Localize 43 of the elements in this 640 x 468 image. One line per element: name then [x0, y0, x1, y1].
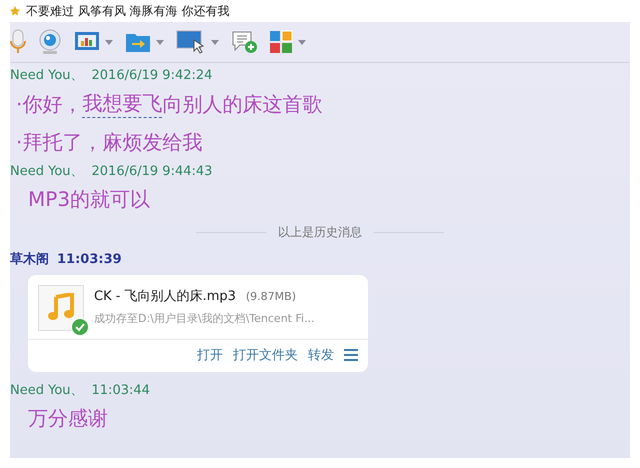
dropdown-button[interactable] — [105, 40, 113, 44]
toolbar-button[interactable] — [176, 30, 206, 54]
keyword-link[interactable]: 我想要飞 — [82, 90, 162, 118]
sender-name: 草木阁 — [10, 251, 49, 268]
file-action-link[interactable]: 转发 — [308, 346, 334, 364]
message-time: 2016/6/19 9:42:24 — [92, 68, 212, 82]
caret-icon — [211, 40, 219, 44]
dropdown-button[interactable] — [298, 40, 306, 44]
message-time: 11:03:39 — [57, 252, 122, 266]
message-time: 11:03:44 — [92, 382, 150, 398]
webcam-icon — [38, 29, 62, 55]
microphone-icon — [10, 29, 26, 55]
dropdown-button[interactable] — [156, 40, 164, 44]
music-note-icon — [46, 293, 76, 323]
toolbar-button[interactable] — [269, 30, 293, 54]
sender-name: Need You、 — [10, 67, 84, 84]
file-size: (9.87MB) — [246, 290, 296, 303]
message-text: MP3的就可以 — [27, 186, 152, 212]
dropdown-button[interactable] — [211, 40, 219, 44]
file-action-link[interactable]: 打开 — [197, 346, 223, 364]
chat-add-icon — [231, 30, 257, 54]
star-icon — [10, 6, 20, 16]
file-status: 成功存至D:\用户目录\我的文档\Tencent Fi... — [94, 311, 315, 326]
sender-name: Need You、 — [10, 382, 84, 399]
file-action-link[interactable]: 打开文件夹 — [233, 346, 298, 364]
chart-screen-icon — [74, 31, 100, 53]
message-text: ·拜托了，麻烦发给我 — [15, 128, 204, 156]
message-time: 2016/6/19 9:44:43 — [92, 164, 212, 178]
message-text: 万分感谢 — [27, 404, 109, 432]
file-name: CK - 飞向别人的床.mp3 — [94, 288, 236, 305]
menu-button[interactable] — [344, 349, 358, 361]
sender-name: Need You、 — [10, 163, 84, 180]
caret-icon — [105, 40, 113, 44]
toolbar-button[interactable] — [74, 31, 100, 53]
caret-icon — [156, 40, 164, 44]
screen-cursor-icon — [176, 30, 206, 54]
toolbar-button[interactable] — [231, 30, 257, 54]
caret-icon — [298, 40, 306, 44]
history-divider-text: 以上是历史消息 — [278, 224, 362, 240]
app-grid-icon — [269, 30, 293, 54]
folder-arrow-icon — [125, 31, 151, 53]
message-text: ·你好，我想要飞向别人的床这首歌 — [10, 85, 630, 123]
signature-text: 不要难过 风筝有风 海豚有海 你还有我 — [26, 2, 230, 20]
